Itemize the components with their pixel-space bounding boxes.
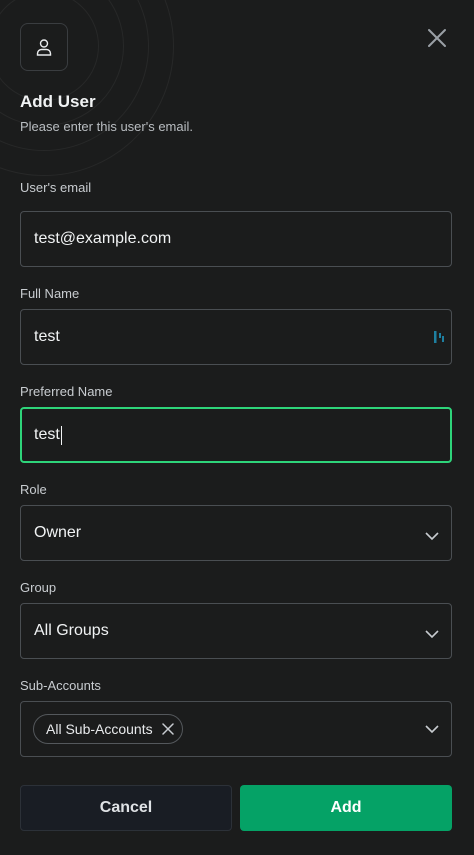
email-field[interactable]: test@example.com [20, 211, 452, 267]
preferred-name-value: test [34, 426, 60, 443]
add-button[interactable]: Add [240, 785, 452, 831]
page-subtitle: Please enter this user's email. [20, 119, 194, 134]
role-label: Role [20, 482, 47, 497]
password-manager-icon[interactable] [434, 330, 446, 344]
chevron-down-icon [425, 630, 439, 639]
preferred-name-field[interactable]: test [20, 407, 452, 463]
close-icon [428, 29, 446, 47]
close-icon [161, 723, 174, 735]
avatar [20, 23, 68, 71]
full-name-value: test [34, 328, 60, 345]
chevron-down-icon [425, 725, 439, 734]
text-cursor [60, 425, 62, 445]
page-title: Add User [20, 92, 96, 111]
sub-accounts-label: Sub-Accounts [20, 678, 101, 693]
chevron-down-icon [425, 532, 439, 541]
user-icon [36, 39, 52, 56]
email-value: test@example.com [34, 230, 172, 247]
close-button[interactable] [425, 26, 449, 50]
group-select[interactable]: All Groups [20, 603, 452, 659]
chip-remove-button[interactable] [161, 723, 174, 735]
preferred-name-label: Preferred Name [20, 384, 113, 399]
sub-accounts-select[interactable]: All Sub-Accounts [20, 701, 452, 757]
role-select[interactable]: Owner [20, 505, 452, 561]
chip-label: All Sub-Accounts [46, 721, 153, 737]
group-label: Group [20, 580, 57, 595]
full-name-label: Full Name [20, 286, 80, 301]
chip-all-sub-accounts: All Sub-Accounts [33, 714, 183, 744]
cancel-button[interactable]: Cancel [20, 785, 232, 831]
role-value: Owner [34, 524, 82, 541]
email-label: User's email [20, 180, 92, 195]
full-name-field[interactable]: test [20, 309, 452, 365]
group-value: All Groups [34, 622, 109, 639]
